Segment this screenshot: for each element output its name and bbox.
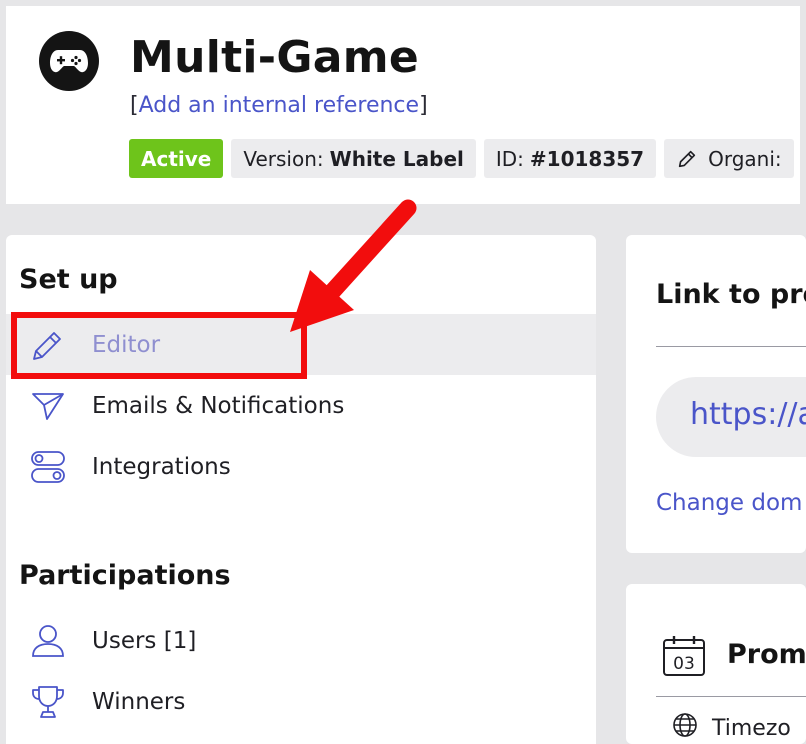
- calendar-day: 03: [673, 654, 695, 674]
- change-domain-link[interactable]: Change dom: [656, 490, 802, 516]
- participations-section-title: Participations: [19, 560, 231, 591]
- paper-plane-icon: [28, 386, 68, 426]
- setup-section-title: Set up: [19, 264, 118, 295]
- gamepad-icon: [39, 31, 99, 91]
- internal-reference: [Add an internal reference]: [130, 93, 428, 118]
- toggles-icon: [28, 447, 68, 487]
- id-value: #1018357: [529, 146, 645, 171]
- status-badges: Active Version: White Label ID: #1018357…: [129, 139, 794, 178]
- status-badge: Active: [129, 139, 224, 178]
- sidebar-item-label: Users [1]: [92, 627, 197, 654]
- campaign-url: https://a: [690, 397, 806, 432]
- sidebar-item-integrations[interactable]: Integrations: [6, 436, 596, 497]
- pencil-icon: [676, 148, 698, 170]
- divider: [656, 346, 806, 347]
- trophy-icon: [28, 682, 68, 722]
- sidebar-item-label: Winners: [92, 688, 186, 715]
- id-label: ID:: [495, 146, 524, 171]
- organizer-badge[interactable]: Organi:: [664, 139, 794, 178]
- timezone-label: Timezo: [712, 715, 791, 741]
- page-title: Multi-Game: [130, 32, 420, 83]
- campaign-url-field[interactable]: https://a: [656, 377, 806, 457]
- sidebar-item-label: Integrations: [92, 453, 231, 480]
- globe-icon: [672, 712, 698, 744]
- sidebar-item-emails-notifications[interactable]: Emails & Notifications: [6, 375, 596, 436]
- sidebar-item-winners[interactable]: Winners: [6, 671, 596, 732]
- annotation-highlight-box: [11, 312, 307, 379]
- campaign-header: Multi-Game [Add an internal reference] A…: [6, 6, 800, 204]
- sidebar-item-label: Emails & Notifications: [92, 392, 345, 419]
- calendar-icon: 03: [662, 635, 706, 681]
- version-label: Version:: [243, 146, 324, 171]
- version-badge: Version: White Label: [231, 139, 476, 178]
- version-value: White Label: [329, 146, 464, 171]
- link-card-title: Link to pro: [656, 279, 806, 310]
- organizer-label: Organi:: [708, 146, 782, 171]
- sidebar-item-users[interactable]: Users [1]: [6, 610, 596, 671]
- link-card: Link to pro https://a Change dom: [626, 235, 806, 553]
- add-internal-reference-link[interactable]: Add an internal reference: [139, 93, 419, 118]
- promotion-card: 03 Prom Timezo: [626, 584, 806, 744]
- bracket-open: [: [130, 93, 139, 118]
- id-badge: ID: #1018357: [483, 139, 657, 178]
- divider: [656, 696, 806, 697]
- bracket-close: ]: [419, 93, 428, 118]
- promotion-card-title: Prom: [727, 639, 806, 670]
- timezone-row: Timezo: [672, 712, 791, 744]
- user-icon: [28, 621, 68, 661]
